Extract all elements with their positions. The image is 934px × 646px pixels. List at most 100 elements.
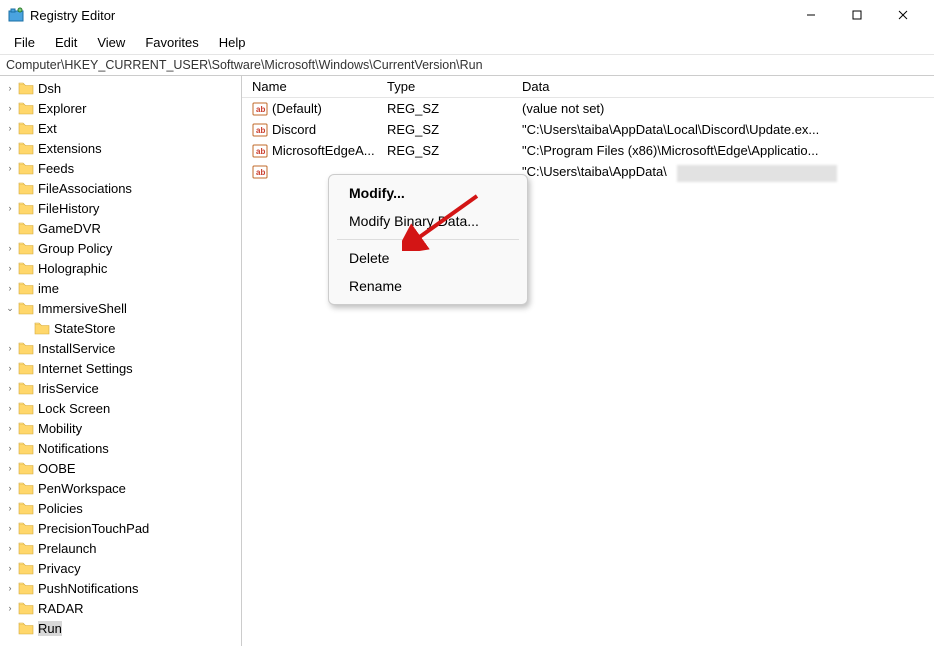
chevron-icon[interactable] [4,182,16,194]
folder-icon [18,141,34,155]
chevron-icon[interactable]: › [4,502,16,514]
value-name: MicrosoftEdgeA... [268,143,375,158]
folder-icon [18,361,34,375]
tree-label: Ext [38,121,57,136]
chevron-icon[interactable]: › [4,82,16,94]
tree-label: Explorer [38,101,86,116]
tree-item-notifications[interactable]: ›Notifications [0,438,241,458]
menu-help[interactable]: Help [209,33,256,52]
chevron-icon[interactable]: › [4,462,16,474]
tree-item-extensions[interactable]: ›Extensions [0,138,241,158]
chevron-icon[interactable]: › [4,262,16,274]
chevron-icon[interactable]: › [4,442,16,454]
tree-item-policies[interactable]: ›Policies [0,498,241,518]
minimize-button[interactable] [788,0,834,30]
tree-item-lock-screen[interactable]: ›Lock Screen [0,398,241,418]
tree-label: ime [38,281,59,296]
folder-icon [18,241,34,255]
tree-label: FileAssociations [38,181,132,196]
chevron-icon[interactable]: › [4,522,16,534]
tree-item-dsh[interactable]: ›Dsh [0,78,241,98]
chevron-icon[interactable]: › [4,362,16,374]
tree-pane[interactable]: ›Dsh›Explorer›Ext›Extensions›FeedsFileAs… [0,76,242,646]
tree-label: ImmersiveShell [38,301,127,316]
value-type: REG_SZ [377,143,512,158]
tree-item-filehistory[interactable]: ›FileHistory [0,198,241,218]
tree-item-immersiveshell[interactable]: ⌄ ImmersiveShell [0,298,241,318]
tree-item-explorer[interactable]: › Explorer [0,98,241,118]
folder-icon [18,601,34,615]
col-type[interactable]: Type [377,77,512,96]
tree-item-mobility[interactable]: ›Mobility [0,418,241,438]
chevron-icon[interactable] [4,222,16,234]
chevron-icon[interactable]: › [4,142,16,154]
tree-item-precisiontouchpad[interactable]: › PrecisionTouchPad [0,518,241,538]
tree-item-oobe[interactable]: ›OOBE [0,458,241,478]
tree-item-penworkspace[interactable]: ›PenWorkspace [0,478,241,498]
menu-edit[interactable]: Edit [45,33,87,52]
folder-icon [18,221,34,235]
chevron-icon[interactable]: › [4,582,16,594]
chevron-icon[interactable]: › [4,122,16,134]
tree-label: PrecisionTouchPad [38,521,149,536]
chevron-icon[interactable]: › [4,422,16,434]
value-row[interactable]: ab(Default)REG_SZ(value not set) [242,98,934,119]
ctx-rename[interactable]: Rename [329,272,527,300]
tree-item-irisservice[interactable]: ›IrisService [0,378,241,398]
chevron-icon[interactable]: › [4,402,16,414]
tree-item-ext[interactable]: › Ext [0,118,241,138]
svg-text:ab: ab [256,168,265,177]
redacted-region [677,165,837,182]
string-value-icon: ab [252,164,268,180]
chevron-icon[interactable]: ⌄ [4,302,16,314]
menu-view[interactable]: View [87,33,135,52]
menu-favorites[interactable]: Favorites [135,33,208,52]
chevron-icon[interactable]: › [4,102,16,114]
ctx-modify-binary[interactable]: Modify Binary Data... [329,207,527,235]
folder-icon [18,101,34,115]
chevron-icon[interactable]: › [4,542,16,554]
tree-item-group-policy[interactable]: ›Group Policy [0,238,241,258]
close-button[interactable] [880,0,926,30]
value-type: REG_SZ [377,101,512,116]
chevron-icon[interactable]: › [4,562,16,574]
value-name: Discord [268,122,316,137]
chevron-icon[interactable]: › [4,202,16,214]
tree-item-privacy[interactable]: ›Privacy [0,558,241,578]
chevron-icon[interactable]: › [4,162,16,174]
tree-item-internet-settings[interactable]: ›Internet Settings [0,358,241,378]
tree-item-radar[interactable]: ›RADAR [0,598,241,618]
chevron-icon[interactable] [20,322,32,334]
value-row[interactable]: abDiscordREG_SZ"C:\Users\taiba\AppData\L… [242,119,934,140]
tree-item-holographic[interactable]: ›Holographic [0,258,241,278]
folder-icon [18,301,34,315]
context-menu: Modify... Modify Binary Data... Delete R… [328,174,528,305]
tree-item-gamedvr[interactable]: GameDVR [0,218,241,238]
string-value-icon: ab [252,143,268,159]
ctx-delete[interactable]: Delete [329,244,527,272]
chevron-icon[interactable]: › [4,382,16,394]
chevron-icon[interactable]: › [4,242,16,254]
col-name[interactable]: Name [242,77,377,96]
tree-item-pushnotifications[interactable]: ›PushNotifications [0,578,241,598]
tree-item-prelaunch[interactable]: ›Prelaunch [0,538,241,558]
chevron-icon[interactable]: › [4,342,16,354]
tree-item-run[interactable]: Run [0,618,241,638]
list-pane: Name Type Data ab(Default)REG_SZ(value n… [242,76,934,646]
chevron-icon[interactable]: › [4,482,16,494]
tree-item-feeds[interactable]: ›Feeds [0,158,241,178]
tree-item-fileassociations[interactable]: FileAssociations [0,178,241,198]
maximize-button[interactable] [834,0,880,30]
chevron-icon[interactable]: › [4,282,16,294]
address-bar[interactable]: Computer\HKEY_CURRENT_USER\Software\Micr… [0,54,934,76]
chevron-icon[interactable]: › [4,602,16,614]
folder-icon [18,201,34,215]
menu-file[interactable]: File [4,33,45,52]
ctx-modify[interactable]: Modify... [329,179,527,207]
tree-item-statestore[interactable]: StateStore [0,318,241,338]
value-row[interactable]: abMicrosoftEdgeA...REG_SZ"C:\Program Fil… [242,140,934,161]
tree-item-ime[interactable]: › ime [0,278,241,298]
col-data[interactable]: Data [512,77,934,96]
chevron-icon[interactable] [4,622,16,634]
tree-item-installservice[interactable]: ›InstallService [0,338,241,358]
